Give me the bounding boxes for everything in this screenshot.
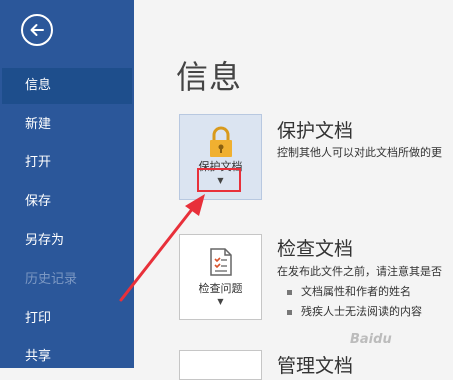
inspect-section-title: 检查文档 <box>277 238 354 260</box>
nav-item-save-as[interactable]: 另存为 <box>0 223 134 259</box>
lock-key-icon <box>210 126 232 157</box>
page-title: 信息 <box>176 58 243 96</box>
back-button[interactable] <box>21 14 53 46</box>
backstage-sidebar: 信息 新建 打开 保存 另存为 历史记录 打印 共享 <box>0 0 134 368</box>
nav-item-open[interactable]: 打开 <box>0 145 134 181</box>
nav-item-print[interactable]: 打印 <box>0 301 134 337</box>
bullet-icon <box>287 289 292 295</box>
back-arrow-icon <box>30 24 44 36</box>
nav-item-new[interactable]: 新建 <box>0 107 134 143</box>
protect-section-description: 控制其他人可以对此文档所做的更 <box>277 146 442 159</box>
check-issues-button[interactable]: 检查问题 ▼ <box>179 234 262 320</box>
manage-document-button[interactable] <box>179 350 262 380</box>
bullet-text: 文档属性和作者的姓名 <box>301 285 411 298</box>
bullet-text: 残疾人士无法阅读的内容 <box>301 305 422 318</box>
manage-section-title: 管理文档 <box>277 355 354 377</box>
watermark: Baidu <box>350 332 392 347</box>
nav-item-share[interactable]: 共享 <box>0 339 134 375</box>
checklist-icon <box>210 248 232 276</box>
nav-item-save[interactable]: 保存 <box>0 184 134 220</box>
chevron-down-icon[interactable]: ▼ <box>180 297 261 306</box>
protect-section-title: 保护文档 <box>277 120 354 142</box>
inspect-bullet: 文档属性和作者的姓名 <box>287 283 411 299</box>
bullet-icon <box>287 309 292 315</box>
check-issues-button-label: 检查问题 <box>198 282 243 295</box>
nav-item-history: 历史记录 <box>25 272 78 287</box>
nav-item-info[interactable]: 信息 <box>2 68 132 104</box>
inspect-bullet: 残疾人士无法阅读的内容 <box>287 303 422 319</box>
inspect-section-description: 在发布此文件之前，请注意其是否 <box>277 265 442 278</box>
